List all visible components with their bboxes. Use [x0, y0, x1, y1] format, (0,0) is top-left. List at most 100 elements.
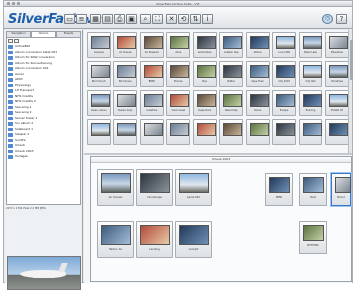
thumbnail-row: Bird Church Bird Scene BMW Bronze Bus Butter C…: [87, 61, 349, 87]
print-icon[interactable]: ⎙: [114, 14, 125, 24]
folder-icon: [8, 89, 13, 93]
album-thumbnail-image: [179, 173, 209, 193]
thumbnail[interactable]: [245, 119, 270, 145]
tree-item-label: Sideboard 1: [15, 126, 34, 131]
thumbnail[interactable]: [87, 119, 111, 145]
thumbnail-image: [170, 94, 190, 107]
thumbnail[interactable]: Dark Coast: [166, 90, 191, 116]
tab-navigation[interactable]: Navigation: [6, 31, 31, 37]
info-icon[interactable]: i: [202, 14, 213, 24]
zoom-icon[interactable]: ⌕: [140, 14, 151, 24]
album-thumbnail-image: [179, 225, 209, 245]
tree-item[interactable]: Vorlagen: [8, 154, 79, 160]
album-thumbnail-caption: Cockpit: [188, 248, 199, 251]
folder-icon: [8, 50, 13, 54]
grid-scrollbar[interactable]: [348, 30, 353, 153]
thumbnail[interactable]: Bird Scene: [113, 61, 138, 87]
thumbnail[interactable]: Christmas: [325, 61, 349, 87]
thumbnail[interactable]: Bird Church: [87, 61, 111, 87]
expand-button[interactable]: [14, 39, 19, 43]
thumbnail[interactable]: Desert Sky: [219, 90, 244, 116]
thumbnail[interactable]: [192, 119, 217, 145]
thumbnail[interactable]: Blueshine: [325, 32, 349, 58]
album-thumbnail[interactable]: Aerial 001: [175, 169, 212, 206]
thumbnail[interactable]: Black Lake: [298, 32, 323, 58]
thumbnail[interactable]: [272, 119, 297, 145]
thumbnail[interactable]: Bronze: [166, 61, 191, 87]
album-tree: Airbus800 Album conversion table 001 Album…: [6, 37, 81, 205]
help-icon[interactable]: ?: [336, 14, 347, 24]
thumbnail[interactable]: [219, 119, 244, 145]
thumbnail[interactable]: [139, 119, 164, 145]
album-thumbnail[interactable]: Cloudscape: [136, 169, 173, 206]
album-thumbnail-right[interactable]: BUTTONS: [299, 221, 327, 254]
window-title: SilverFast Archive Suite - VLT: [156, 2, 200, 6]
thumbnail-image: [249, 36, 269, 49]
thumbnail[interactable]: City 2003: [272, 61, 297, 87]
album-thumbnail-right[interactable]: Boat: [299, 173, 327, 206]
thumbnail[interactable]: Lucid 400: [272, 32, 297, 58]
tree-item-label: AP03: [15, 77, 23, 82]
thumbnail[interactable]: [166, 119, 191, 145]
thumbnail[interactable]: Automotive: [192, 32, 217, 58]
thumbnail[interactable]: City Hall: [298, 61, 323, 87]
thumbnail[interactable]: [325, 119, 349, 145]
thumbnail-image: [223, 94, 243, 107]
thumbnail[interactable]: Bus: [192, 61, 217, 87]
album-thumbnail-caption: BUTTONS: [307, 244, 319, 247]
thumbnail[interactable]: Coastline: [139, 90, 164, 116]
thumbnail[interactable]: Deep Dark: [192, 90, 217, 116]
thumbnail[interactable]: Dome: [245, 90, 270, 116]
thumbnail-caption: Blueshine: [331, 51, 343, 54]
tab-albums[interactable]: Albums: [31, 31, 56, 37]
tree-item-label: Physiology: [15, 82, 32, 87]
table-view-icon[interactable]: ▤: [102, 14, 113, 24]
scrollbar-knob[interactable]: [349, 40, 353, 80]
thumbnail[interactable]: Airplane: [87, 32, 111, 58]
thumbnail-grid: Airplane Air Scenes Air Museum Alive Automot…: [84, 30, 352, 153]
thumbnail[interactable]: [298, 119, 323, 145]
album-thumbnail[interactable]: Cockpit: [175, 221, 212, 258]
thumbnail[interactable]: Butter: [219, 61, 244, 87]
album-thumbnail-image: [140, 225, 170, 245]
album-thumbnail-right[interactable]: Mount: [331, 173, 351, 206]
thumbnail[interactable]: Exhibit LH: [325, 90, 349, 116]
thumbnail[interactable]: Escape: [272, 90, 297, 116]
preview-caption: 2272 x 1704 Pixel 2.2 MB JPEG: [6, 207, 46, 210]
album-thumbnail[interactable]: Air Scenes: [97, 169, 134, 206]
grid-view-icon[interactable]: ▦: [90, 14, 101, 24]
tree-item-label: Sleeper 2: [15, 132, 30, 137]
thumbnail-caption: Athens: [253, 51, 262, 54]
album-thumbnail-caption: Aerial 001: [186, 196, 201, 199]
thumbnail[interactable]: Clean carbon: [87, 90, 111, 116]
thumbnail-image: [91, 65, 110, 78]
slideshow-icon[interactable]: ▣: [126, 14, 137, 24]
thumbnail[interactable]: Athens: [245, 32, 270, 58]
thumbnail[interactable]: Alive: [166, 32, 191, 58]
thumbnail[interactable]: Classic Airpl.: [113, 90, 138, 116]
collapse-button[interactable]: [8, 39, 13, 43]
thumbnail[interactable]: Arabian Sea: [219, 32, 244, 58]
thumbnail[interactable]: [113, 119, 138, 145]
fullscreen-icon[interactable]: ⛶: [152, 14, 163, 24]
thumbnail[interactable]: Evening: [298, 90, 323, 116]
album-thumbnail[interactable]: Landing: [136, 221, 173, 258]
delete-icon[interactable]: ✕: [166, 14, 177, 24]
list-view-icon[interactable]: ≡: [76, 14, 87, 24]
window-icon[interactable]: ▭: [64, 14, 75, 24]
album-thumbnail[interactable]: Harbor Air: [97, 221, 134, 258]
transfer-icon[interactable]: ⇅: [190, 14, 201, 24]
thumbnail[interactable]: Air Scenes: [113, 32, 138, 58]
prefs-icon[interactable]: ◎: [322, 14, 333, 24]
album-thumbnail-right[interactable]: BMW: [265, 173, 293, 206]
thumbnail[interactable]: Cape Town: [245, 61, 270, 87]
thumbnail-caption: Clean carbon: [91, 109, 107, 112]
split-divider[interactable]: [84, 153, 352, 155]
thumbnail-caption: Air Museum: [144, 51, 159, 54]
thumbnail[interactable]: Air Museum: [139, 32, 164, 58]
sync-icon[interactable]: ⟲: [178, 14, 189, 24]
thumbnail[interactable]: BMW: [139, 61, 164, 87]
toolbar: SilverFastVLT ▭≡▦▤⎙▣⌕⛶✕⟲⇅i ◎?: [4, 7, 352, 29]
folder-icon: [8, 105, 13, 109]
tab-presets[interactable]: Presets: [56, 31, 81, 37]
